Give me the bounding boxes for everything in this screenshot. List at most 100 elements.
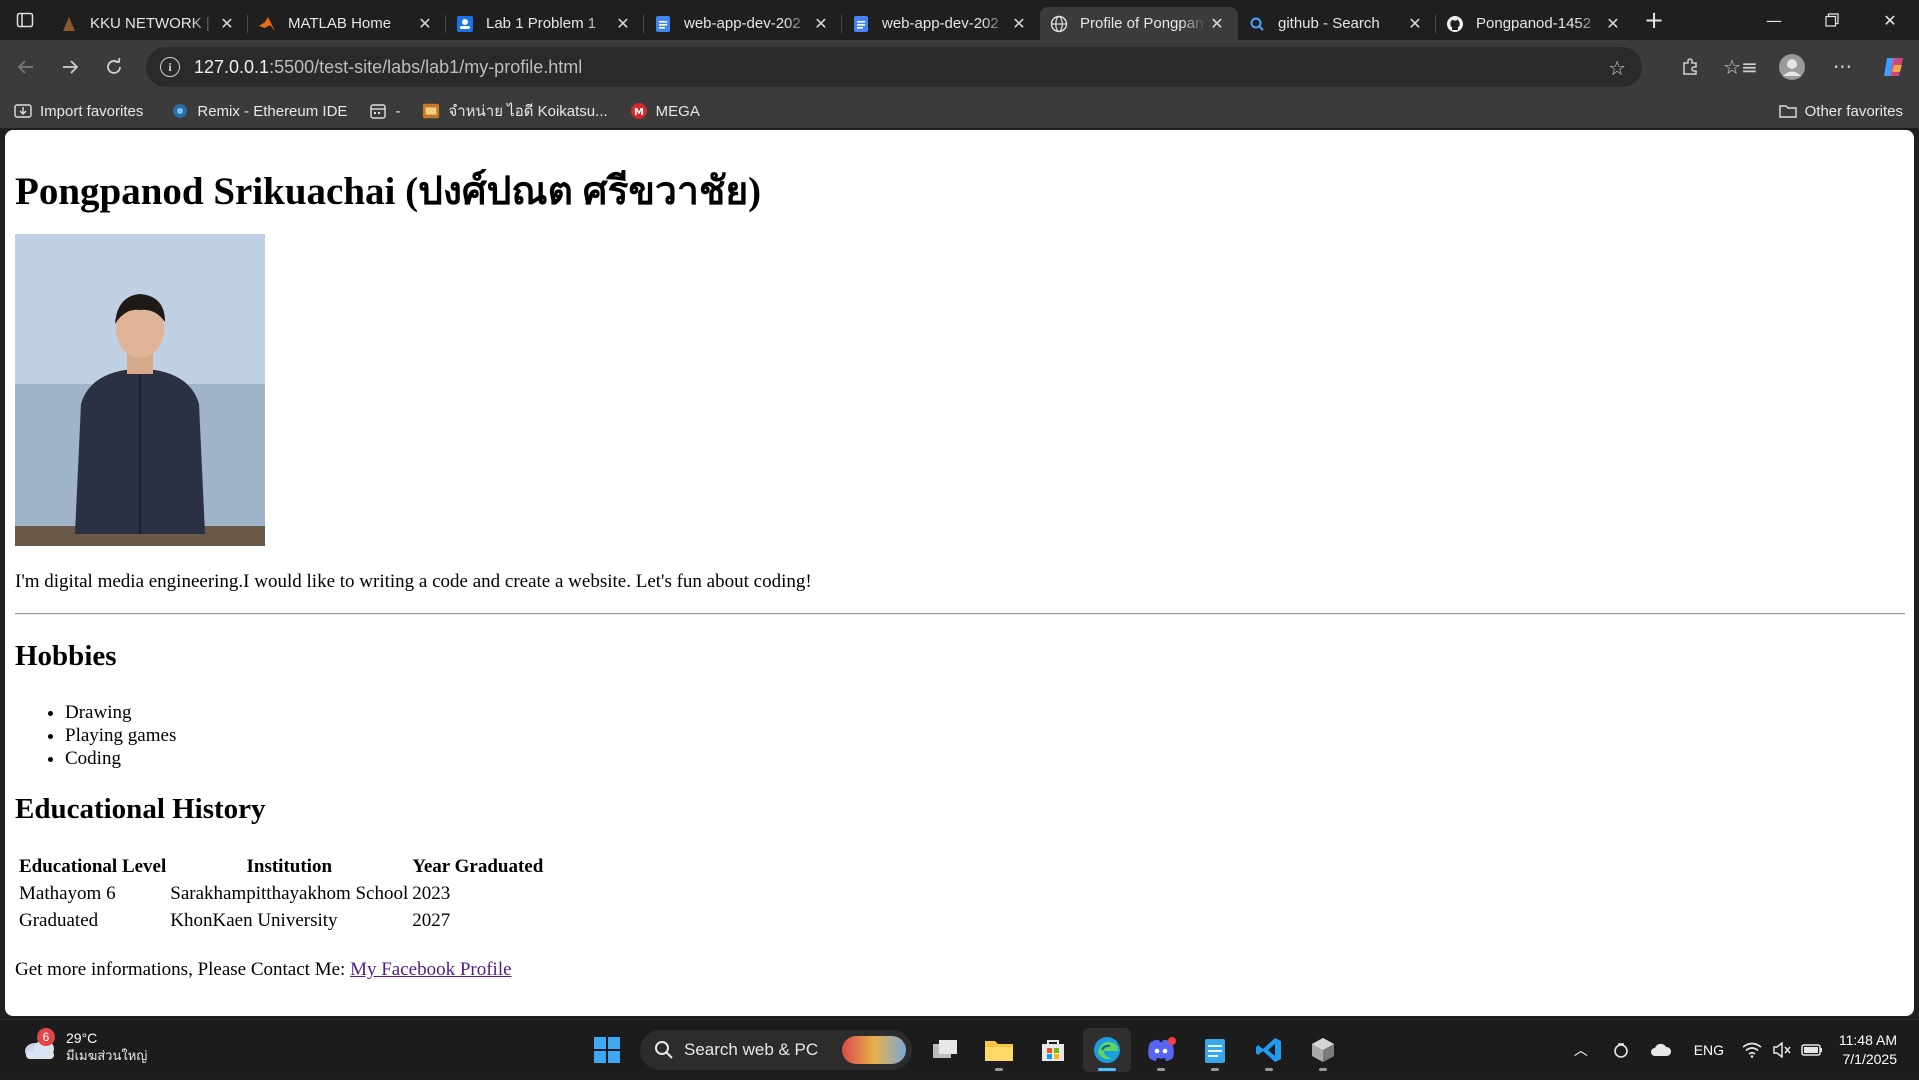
tab-profile-active[interactable]: Profile of Pongpan ✕ — [1040, 7, 1238, 40]
arrow-right-icon — [63, 60, 79, 74]
volume-button[interactable] — [1767, 1042, 1797, 1058]
network-button[interactable] — [1737, 1042, 1767, 1058]
tab-title: github - Search — [1278, 15, 1380, 32]
tab-matlab-home[interactable]: MATLAB Home ✕ — [248, 7, 446, 40]
close-tab-icon[interactable]: ✕ — [216, 13, 238, 35]
close-tab-icon[interactable]: ✕ — [612, 13, 634, 35]
column-header: Institution — [246, 855, 333, 877]
chevron-up-icon: ︿ — [1573, 1042, 1588, 1058]
sync-tray-button[interactable] — [1601, 1041, 1641, 1059]
weather-location: มีเมฆส่วนใหญ่ — [66, 1048, 148, 1063]
close-tab-icon[interactable]: ✕ — [414, 13, 436, 35]
cube-icon — [1312, 1038, 1334, 1062]
taskbar-search[interactable]: Search web & PC — [640, 1030, 912, 1070]
copilot-button[interactable] — [1868, 47, 1919, 87]
favorite-shop[interactable]: จำหน่าย ไอดี Koikatsu... — [422, 99, 608, 123]
store-button[interactable] — [1029, 1028, 1077, 1072]
bing-search-icon — [1248, 15, 1266, 33]
list-item: Playing games — [65, 724, 176, 747]
edge-button[interactable] — [1083, 1028, 1131, 1072]
unity-hub-button[interactable] — [1299, 1028, 1347, 1072]
back-button[interactable] — [4, 47, 48, 87]
battery-button[interactable] — [1797, 1043, 1827, 1057]
close-tab-icon[interactable]: ✕ — [1008, 13, 1030, 35]
docs-icon — [852, 15, 870, 33]
favorites-bar: Import favorites Remix - Ethereum IDE - … — [0, 94, 1919, 128]
favorite-star-icon[interactable]: ☆ — [1608, 56, 1626, 80]
close-tab-icon[interactable]: ✕ — [810, 13, 832, 35]
table-cell: 2023 — [412, 882, 451, 904]
tab-github-repo[interactable]: Pongpanod-1452 ✕ — [1436, 7, 1634, 40]
hobbies-heading: Hobbies — [15, 640, 117, 672]
discord-button[interactable] — [1137, 1028, 1185, 1072]
tab-web-app-dev-2[interactable]: web-app-dev-202 ✕ — [842, 7, 1040, 40]
other-favorites-label: Other favorites — [1804, 102, 1903, 120]
matlab-icon — [258, 15, 276, 33]
extensions-button[interactable] — [1664, 47, 1715, 87]
tab-github-search[interactable]: github - Search ✕ — [1238, 7, 1436, 40]
facebook-profile-link[interactable]: My Facebook Profile — [350, 959, 511, 980]
tab-title: web-app-dev-202 — [882, 15, 999, 32]
favorite-label: Import favorites — [40, 102, 144, 120]
column-header: Educational Level — [19, 855, 167, 877]
sync-icon — [1614, 1043, 1628, 1058]
hobbies-list: Drawing Playing games Coding — [65, 701, 176, 770]
windows-icon — [594, 1037, 620, 1063]
url-text[interactable]: 127.0.0.1:5500/test-site/labs/lab1/my-pr… — [194, 57, 582, 78]
list-item: Drawing — [65, 701, 176, 724]
tab-actions-button[interactable] — [0, 0, 50, 40]
vscode-button[interactable] — [1245, 1028, 1293, 1072]
weather-temp: 29°C — [66, 1030, 98, 1046]
mega-icon: M — [630, 102, 648, 120]
restore-button[interactable] — [1803, 0, 1861, 40]
svg-text:M: M — [634, 107, 644, 118]
battery-icon — [1801, 1044, 1822, 1056]
plus-icon: + — [1643, 6, 1665, 34]
intro-text: I'm digital media engineering.I would li… — [15, 571, 812, 592]
tab-title: KKU NETWORK | S — [90, 15, 216, 32]
favorite-calendar[interactable]: - — [369, 102, 400, 120]
new-tab-button[interactable]: + — [1634, 0, 1674, 40]
store-icon — [1042, 1040, 1064, 1061]
close-tab-icon[interactable]: ✕ — [1602, 13, 1624, 35]
close-tab-icon[interactable]: ✕ — [1206, 13, 1228, 35]
task-view-button[interactable] — [921, 1028, 969, 1072]
profile-button[interactable] — [1766, 47, 1817, 87]
tab-title: web-app-dev-202 — [684, 15, 801, 32]
favorite-mega[interactable]: M MEGA — [630, 102, 700, 120]
contact-line: Get more informations, Please Contact Me… — [15, 959, 512, 981]
remix-icon — [171, 102, 189, 120]
refresh-button[interactable] — [92, 47, 136, 87]
globe-icon — [1050, 15, 1068, 33]
table-cell: Graduated — [19, 909, 99, 931]
folder-icon — [985, 1041, 1013, 1061]
speaker-muted-icon — [1773, 1042, 1791, 1058]
wifi-icon — [1742, 1042, 1762, 1058]
other-favorites[interactable]: Other favorites — [1778, 94, 1903, 128]
site-info-icon[interactable]: i — [160, 57, 180, 77]
tab-web-app-dev-1[interactable]: web-app-dev-202 ✕ — [644, 7, 842, 40]
minimize-button[interactable]: — — [1745, 0, 1803, 40]
language-button[interactable]: ENG — [1681, 1042, 1737, 1058]
more-menu-button[interactable]: ··· — [1817, 47, 1868, 87]
address-bar[interactable]: i 127.0.0.1:5500/test-site/labs/lab1/my-… — [146, 47, 1642, 87]
favorite-import[interactable]: Import favorites — [14, 102, 143, 120]
close-window-button[interactable]: ✕ — [1861, 0, 1919, 40]
close-tab-icon[interactable]: ✕ — [1404, 13, 1426, 35]
search-placeholder: Search web & PC — [684, 1040, 819, 1059]
tab-lab1-problem1[interactable]: Lab 1 Problem 1 ✕ — [446, 7, 644, 40]
favorite-remix[interactable]: Remix - Ethereum IDE — [171, 102, 347, 120]
restore-icon — [1825, 13, 1839, 27]
weather-widget[interactable]: 6 29°C มีเมฆส่วนใหญ่ — [22, 1028, 148, 1064]
file-explorer-button[interactable] — [975, 1028, 1023, 1072]
clock[interactable]: 11:48 AM 7/1/2025 — [1827, 1031, 1919, 1069]
tab-kku-network[interactable]: KKU NETWORK | S ✕ — [50, 7, 248, 40]
start-button[interactable] — [583, 1028, 631, 1072]
onedrive-button[interactable] — [1641, 1043, 1681, 1057]
forward-button[interactable] — [48, 47, 92, 87]
notepad-button[interactable] — [1191, 1028, 1239, 1072]
taskbar-apps: Search web & PC — [580, 1028, 1350, 1072]
docs-icon — [654, 15, 672, 33]
favorites-button[interactable]: ☆≡ — [1715, 47, 1766, 87]
show-hidden-icons-button[interactable]: ︿ — [1561, 1040, 1601, 1060]
